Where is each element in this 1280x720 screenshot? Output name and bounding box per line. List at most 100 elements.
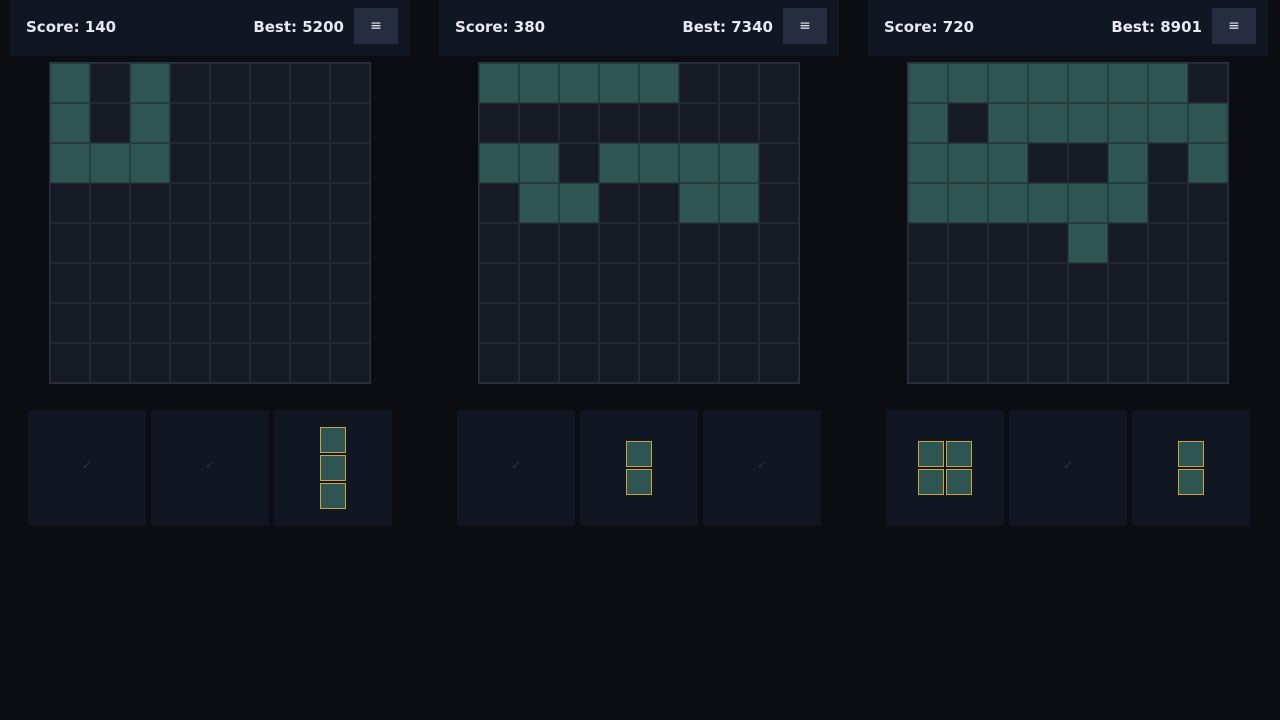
filled-cell[interactable] [948,143,988,183]
filled-cell[interactable] [1068,103,1108,143]
empty-cell[interactable] [1148,143,1188,183]
empty-cell[interactable] [290,103,330,143]
empty-cell[interactable] [330,103,370,143]
filled-cell[interactable] [948,63,988,103]
empty-cell[interactable] [290,183,330,223]
filled-cell[interactable] [639,143,679,183]
empty-cell[interactable] [599,103,639,143]
empty-cell[interactable] [759,63,799,103]
filled-cell[interactable] [1108,63,1148,103]
empty-cell[interactable] [639,303,679,343]
filled-cell[interactable] [50,143,90,183]
empty-cell[interactable] [559,143,599,183]
filled-cell[interactable] [599,143,639,183]
empty-cell[interactable] [599,223,639,263]
empty-cell[interactable] [719,63,759,103]
empty-cell[interactable] [210,63,250,103]
filled-cell[interactable] [1188,143,1228,183]
empty-cell[interactable] [290,343,330,383]
empty-cell[interactable] [330,263,370,303]
filled-cell[interactable] [1068,223,1108,263]
filled-cell[interactable] [50,103,90,143]
empty-cell[interactable] [170,263,210,303]
empty-cell[interactable] [330,223,370,263]
empty-cell[interactable] [719,343,759,383]
empty-cell[interactable] [639,263,679,303]
empty-cell[interactable] [170,103,210,143]
empty-cell[interactable] [908,223,948,263]
empty-cell[interactable] [759,343,799,383]
empty-cell[interactable] [290,143,330,183]
empty-cell[interactable] [1148,263,1188,303]
empty-cell[interactable] [479,183,519,223]
empty-cell[interactable] [519,303,559,343]
empty-cell[interactable] [519,263,559,303]
empty-cell[interactable] [250,303,290,343]
empty-cell[interactable] [679,63,719,103]
filled-cell[interactable] [948,183,988,223]
empty-cell[interactable] [719,303,759,343]
filled-cell[interactable] [130,103,170,143]
empty-cell[interactable] [210,223,250,263]
empty-cell[interactable] [719,223,759,263]
filled-cell[interactable] [1028,183,1068,223]
empty-cell[interactable] [250,263,290,303]
empty-cell[interactable] [948,343,988,383]
empty-cell[interactable] [250,223,290,263]
empty-cell[interactable] [1148,343,1188,383]
empty-cell[interactable] [908,263,948,303]
empty-cell[interactable] [479,303,519,343]
menu-button[interactable]: ≡ [354,8,398,44]
filled-cell[interactable] [90,143,130,183]
game-board[interactable] [907,62,1229,384]
filled-cell[interactable] [130,63,170,103]
empty-cell[interactable] [599,183,639,223]
empty-cell[interactable] [479,103,519,143]
filled-cell[interactable] [559,63,599,103]
empty-cell[interactable] [210,343,250,383]
empty-cell[interactable] [50,183,90,223]
empty-cell[interactable] [948,263,988,303]
filled-cell[interactable] [1108,103,1148,143]
empty-cell[interactable] [759,143,799,183]
empty-cell[interactable] [130,303,170,343]
empty-cell[interactable] [759,183,799,223]
empty-cell[interactable] [948,223,988,263]
filled-cell[interactable] [1068,63,1108,103]
empty-cell[interactable] [130,343,170,383]
empty-cell[interactable] [719,103,759,143]
filled-cell[interactable] [908,183,948,223]
empty-cell[interactable] [639,103,679,143]
empty-cell[interactable] [559,303,599,343]
empty-cell[interactable] [679,263,719,303]
empty-cell[interactable] [1188,223,1228,263]
filled-cell[interactable] [908,63,948,103]
tray-piece[interactable] [320,427,346,509]
empty-cell[interactable] [1108,303,1148,343]
empty-cell[interactable] [679,303,719,343]
empty-cell[interactable] [170,63,210,103]
empty-cell[interactable] [948,303,988,343]
menu-button[interactable]: ≡ [1212,8,1256,44]
empty-cell[interactable] [599,263,639,303]
empty-cell[interactable] [1148,303,1188,343]
filled-cell[interactable] [1028,63,1068,103]
empty-cell[interactable] [1188,263,1228,303]
empty-cell[interactable] [330,183,370,223]
filled-cell[interactable] [1108,143,1148,183]
filled-cell[interactable] [599,63,639,103]
tray-piece[interactable] [918,441,972,495]
empty-cell[interactable] [250,183,290,223]
filled-cell[interactable] [988,63,1028,103]
empty-cell[interactable] [50,223,90,263]
empty-cell[interactable] [170,143,210,183]
empty-cell[interactable] [290,263,330,303]
empty-cell[interactable] [1188,343,1228,383]
empty-cell[interactable] [90,223,130,263]
empty-cell[interactable] [679,343,719,383]
piece-slot[interactable]: ✓ [703,410,821,526]
empty-cell[interactable] [210,103,250,143]
empty-cell[interactable] [50,343,90,383]
filled-cell[interactable] [1148,103,1188,143]
empty-cell[interactable] [679,223,719,263]
